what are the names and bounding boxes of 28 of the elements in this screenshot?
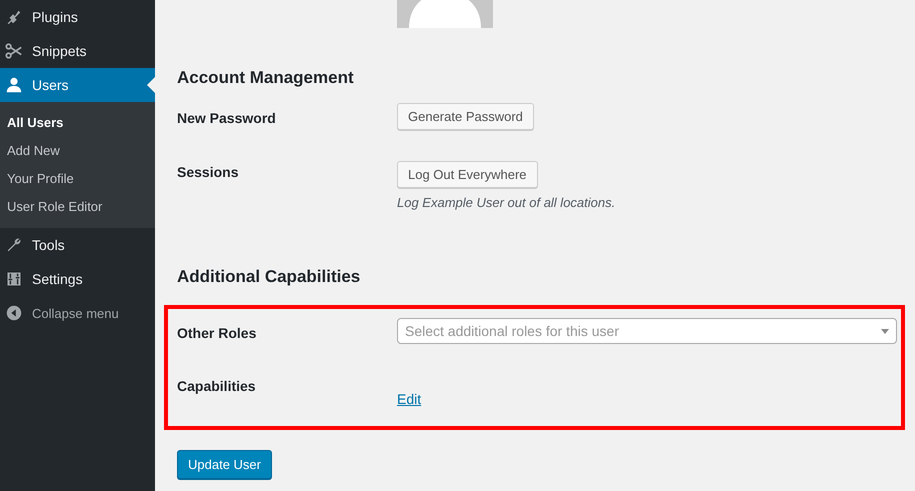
wrench-icon	[5, 236, 23, 254]
menu-item[interactable]: Users	[0, 68, 155, 102]
submenu-item[interactable]: User Role Editor	[0, 193, 155, 221]
dropdown-arrow-icon	[881, 328, 889, 334]
collapse-menu-button[interactable]: Collapse menu	[0, 296, 155, 330]
sliders-icon	[5, 270, 23, 288]
plug-icon	[5, 8, 23, 26]
secondary-button[interactable]: Log Out Everywhere	[397, 161, 538, 188]
secondary-button[interactable]: Generate Password	[397, 103, 534, 130]
section-heading: Additional Capabilities	[177, 267, 362, 288]
menu-item[interactable]: Plugins	[0, 0, 155, 34]
description-text: Log Example User out of all locations.	[397, 195, 616, 210]
section-heading: Account Management	[177, 68, 355, 89]
menu-item[interactable]: Snippets	[0, 34, 155, 68]
field-label: Sessions	[177, 163, 240, 182]
field-label: Other Roles	[177, 324, 258, 343]
scissors-icon	[5, 42, 23, 60]
person-icon	[5, 76, 23, 94]
field-label: New Password	[177, 109, 277, 128]
submenu-item[interactable]: Add New	[0, 137, 155, 165]
collapse-icon	[5, 304, 23, 322]
field-label: Capabilities	[177, 377, 257, 396]
update-user-button[interactable]: Update User	[177, 450, 272, 479]
edit-link[interactable]: Edit	[397, 391, 422, 407]
menu-item[interactable]: Settings	[0, 262, 155, 296]
submenu-item[interactable]: All Users	[0, 109, 155, 137]
menu-item[interactable]: Tools	[0, 228, 155, 262]
submenu-item[interactable]: Your Profile	[0, 165, 155, 193]
